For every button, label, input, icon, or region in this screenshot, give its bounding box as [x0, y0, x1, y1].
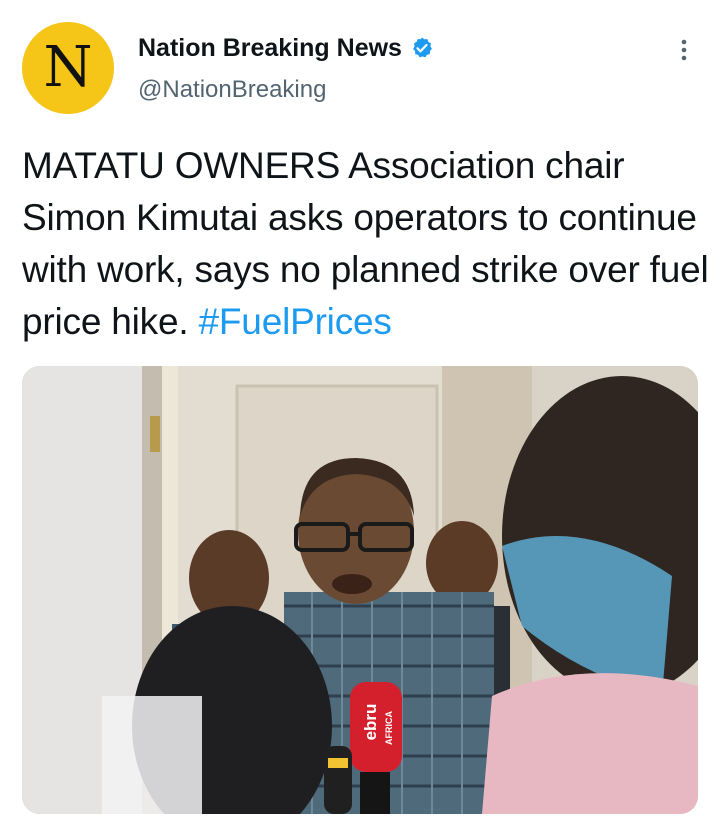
- account-handle[interactable]: @NationBreaking: [138, 76, 326, 104]
- more-vertical-icon[interactable]: [674, 36, 694, 66]
- display-name[interactable]: Nation Breaking News: [138, 34, 402, 63]
- verified-badge-icon: [410, 36, 434, 60]
- name-row: Nation Breaking News: [138, 32, 434, 64]
- mic-brand-label: ebru: [361, 704, 380, 741]
- account-avatar[interactable]: N: [22, 22, 114, 114]
- hashtag-link[interactable]: #FuelPrices: [199, 301, 392, 342]
- tweet-header: N Nation Breaking News @NationBreaking: [0, 0, 720, 120]
- tweet-text: MATATU OWNERS Association chair Simon Ki…: [22, 140, 712, 348]
- press-conference-photo: ebru AFRICA: [22, 366, 698, 814]
- mic-sub-label: AFRICA: [384, 711, 394, 745]
- avatar-letter: N: [43, 35, 93, 100]
- tweet-photo[interactable]: ebru AFRICA: [22, 366, 698, 814]
